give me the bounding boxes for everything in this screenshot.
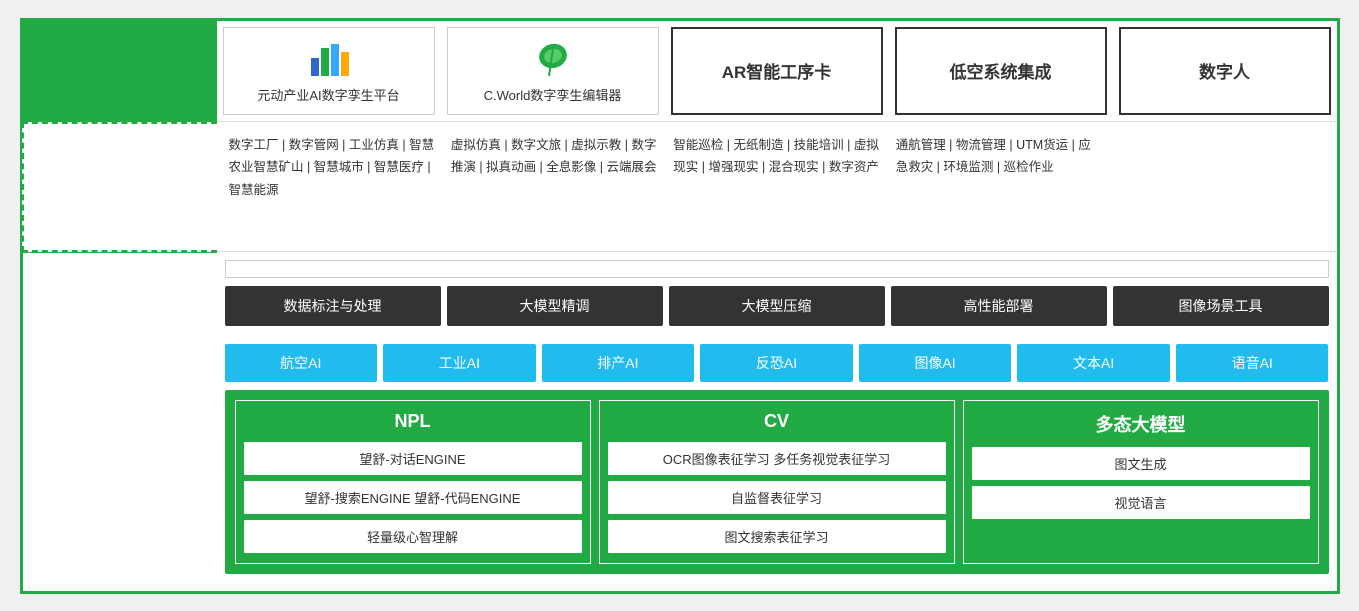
green-sub-item-1-2: 图文搜索表征学习 (608, 520, 946, 553)
green-sub-item-1-0: OCR图像表征学习 多任务视觉表征学习 (608, 442, 946, 475)
dark-tool-2: 大模型压缩 (669, 286, 885, 326)
bar_chart-icon (307, 38, 351, 85)
green-card-title-0: NPL (244, 411, 582, 432)
product-name: C.World数字孪生编辑器 (484, 85, 622, 104)
left-model (22, 252, 217, 592)
left-luodi (22, 122, 217, 252)
ai-pill-4: 图像AI (859, 344, 1012, 382)
product-card-digital_human: 数字人 (1119, 27, 1331, 115)
product-name: AR智能工序卡 (722, 58, 832, 83)
product-name: 低空系统集成 (950, 58, 1052, 83)
green-sub-item-1-1: 自监督表征学习 (608, 481, 946, 514)
green-card-2: 多态大模型图文生成视觉语言 (963, 400, 1319, 564)
luodi-items-row: 数字工厂 | 数字管网 | 工业仿真 | 智慧农业智慧矿山 | 智慧城市 | 智… (217, 122, 1338, 252)
product-card-ar: AR智能工序卡 (671, 27, 883, 115)
green-sub-item-0-0: 望舒-对话ENGINE (244, 442, 582, 475)
product-name: 数字人 (1199, 58, 1250, 83)
ai-pill-6: 语音AI (1176, 344, 1329, 382)
main-container: 元动产业AI数字孪生平台 C.World数字孪生编辑器 AR智能工序卡 低空系统集成… (20, 18, 1340, 594)
green-bottom: NPL 望舒-对话ENGINE 望舒-搜索ENGINE 望舒-代码ENGINE 轻量级… (225, 390, 1329, 574)
dark-tool-1: 大模型精调 (447, 286, 663, 326)
ai-pills-row: 航空AI工业AI排产AI反恐AI图像AI文本AI语音AI (225, 344, 1329, 382)
ai-pill-1: 工业AI (383, 344, 536, 382)
ai-pill-0: 航空AI (225, 344, 378, 382)
product-card-lowsky: 低空系统集成 (895, 27, 1107, 115)
luodi-item-1: 虚拟仿真 | 数字文旅 | 虚拟示教 | 数字推演 | 拟真动画 | 全息影像 … (443, 130, 665, 243)
ai-pill-2: 排产AI (542, 344, 695, 382)
luodi-item-4 (1110, 130, 1332, 243)
ai-pill-5: 文本AI (1017, 344, 1170, 382)
green-sub-item-0-2: 轻量级心智理解 (244, 520, 582, 553)
green-card-title-1: CV (608, 411, 946, 432)
dark-tool-3: 高性能部署 (891, 286, 1107, 326)
green-card-title-2: 多态大模型 (972, 411, 1310, 437)
green-card-1: CV OCR图像表征学习 多任务视觉表征学习自监督表征学习图文搜索表征学习 (599, 400, 955, 564)
right-model: 数据标注与处理大模型精调大模型压缩高性能部署图像场景工具 航空AI工业AI排产A… (217, 252, 1338, 592)
luodi-item-3: 通航管理 | 物流管理 | UTM货运 | 应急救灾 | 环境监测 | 巡检作业 (888, 130, 1110, 243)
product-name: 元动产业AI数字孪生平台 (257, 85, 399, 104)
products-row: 元动产业AI数字孪生平台 C.World数字孪生编辑器 AR智能工序卡 低空系统集成… (217, 20, 1338, 122)
product-card-yuandong: 元动产业AI数字孪生平台 (223, 27, 435, 115)
leaf-icon (531, 38, 575, 85)
green-sub-item-0-1: 望舒-搜索ENGINE 望舒-代码ENGINE (244, 481, 582, 514)
green-sub-item-2-0: 图文生成 (972, 447, 1310, 480)
left-header (22, 20, 217, 122)
product-card-cworld: C.World数字孪生编辑器 (447, 27, 659, 115)
luodi-item-2: 智能巡检 | 无纸制造 | 技能培训 | 虚拟现实 | 增强现实 | 混合现实 … (665, 130, 887, 243)
dark-tool-4: 图像场景工具 (1113, 286, 1329, 326)
big-model-tools-box (225, 260, 1329, 278)
luodi-item-0: 数字工厂 | 数字管网 | 工业仿真 | 智慧农业智慧矿山 | 智慧城市 | 智… (221, 130, 443, 243)
dark-tool-0: 数据标注与处理 (225, 286, 441, 326)
dark-tools-row: 数据标注与处理大模型精调大模型压缩高性能部署图像场景工具 (225, 286, 1329, 326)
ai-pill-3: 反恐AI (700, 344, 853, 382)
green-card-0: NPL 望舒-对话ENGINE 望舒-搜索ENGINE 望舒-代码ENGINE 轻量级… (235, 400, 591, 564)
green-sub-item-2-1: 视觉语言 (972, 486, 1310, 519)
